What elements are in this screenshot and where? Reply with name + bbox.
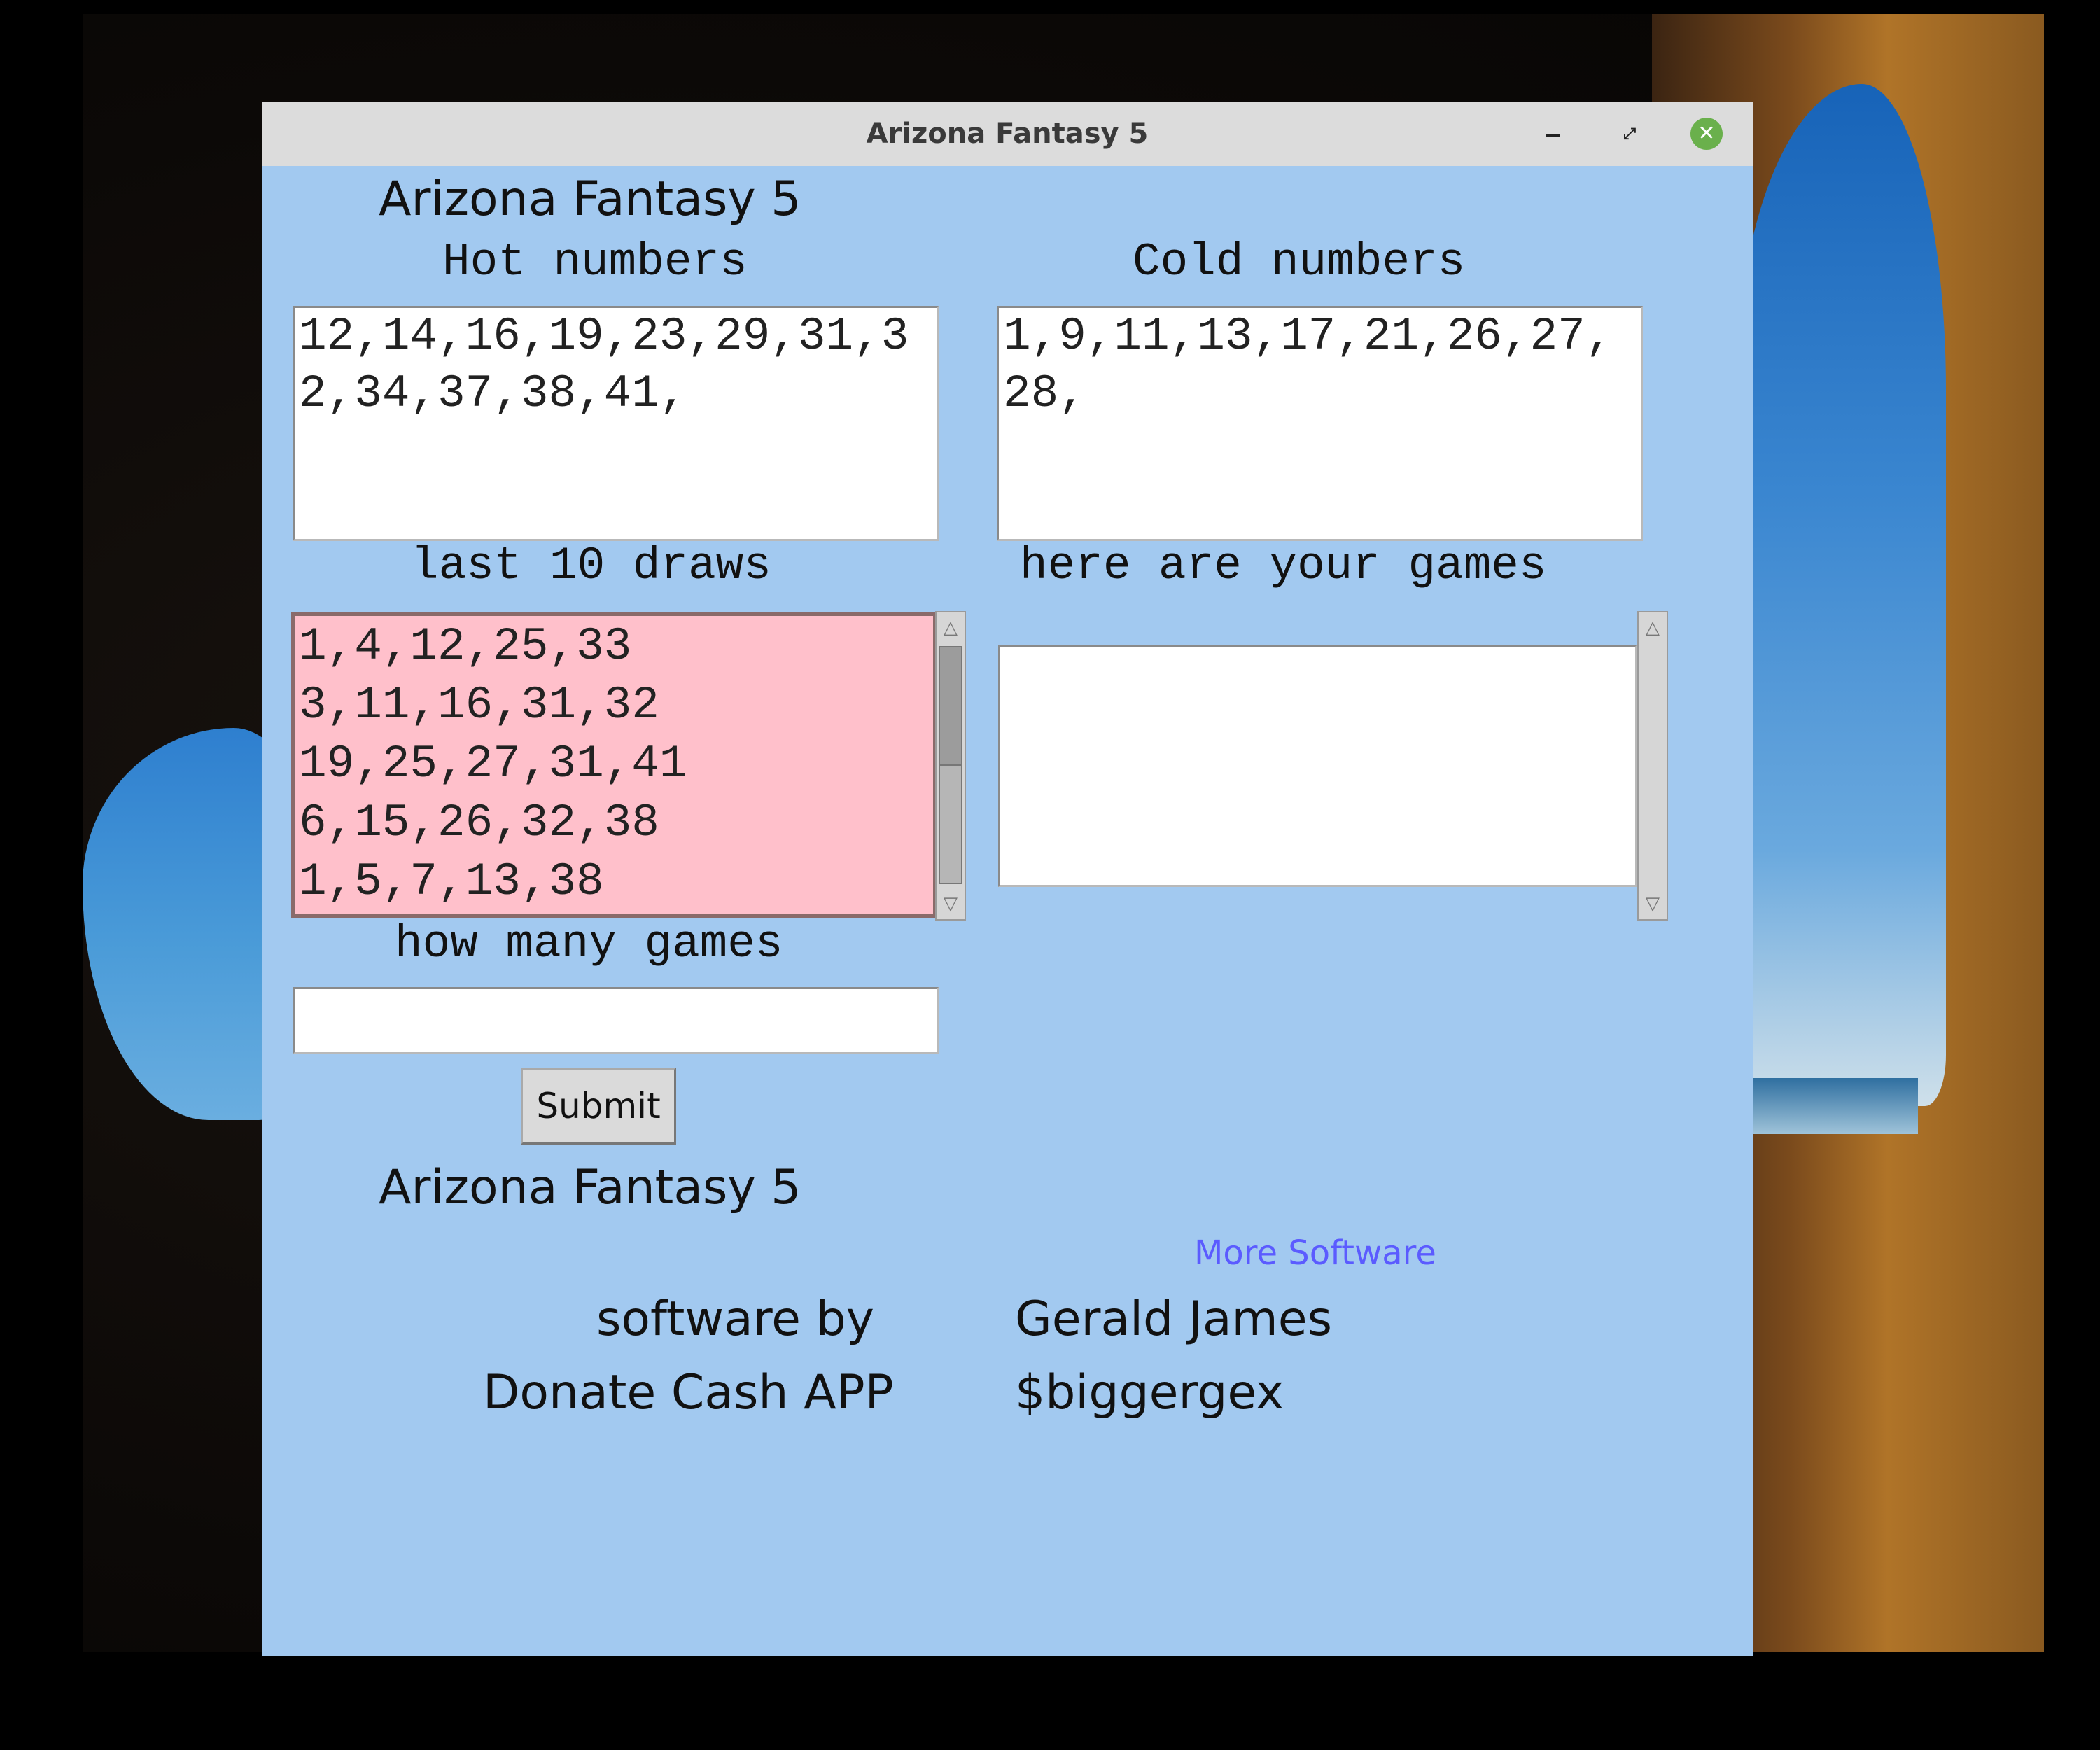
author-name: Gerald James: [1015, 1292, 1333, 1347]
app-heading-bottom: Arizona Fantasy 5: [379, 1160, 802, 1215]
how-many-games-label: how many games: [395, 918, 783, 970]
minimize-icon: [1546, 133, 1560, 137]
cashapp-handle: $biggergex: [1015, 1365, 1284, 1420]
submit-button[interactable]: Submit: [521, 1068, 676, 1144]
last-draws-label: last 10 draws: [411, 540, 771, 592]
your-games-textbox[interactable]: [998, 645, 1637, 887]
close-button[interactable]: ✕: [1690, 117, 1723, 150]
hot-numbers-label: Hot numbers: [442, 236, 748, 288]
wallpaper-cave-floor: [0, 1652, 2100, 1750]
wallpaper-sea: [1736, 1078, 1918, 1134]
your-games-scrollbar[interactable]: △ ▽: [1637, 611, 1668, 920]
title-bar[interactable]: Arizona Fantasy 5 ⤢ ✕: [262, 102, 1753, 166]
close-icon: ✕: [1690, 118, 1723, 150]
minimize-button[interactable]: [1536, 117, 1569, 150]
app-window: Arizona Fantasy 5 ⤢ ✕ Arizona Fantasy 5 …: [262, 102, 1753, 1656]
scroll-track[interactable]: [939, 765, 962, 884]
app-heading-top: Arizona Fantasy 5: [379, 172, 802, 227]
cold-numbers-textbox[interactable]: 1,9,11,13,17,21,26,27,28,: [997, 306, 1643, 541]
last-draws-scrollbar[interactable]: △ ▽: [935, 611, 966, 920]
window-title: Arizona Fantasy 5: [866, 118, 1149, 150]
scroll-up-arrow-icon[interactable]: △: [1642, 614, 1664, 642]
maximize-button[interactable]: ⤢: [1613, 117, 1646, 150]
cold-numbers-label: Cold numbers: [1133, 236, 1466, 288]
wallpaper-sky-right: [1736, 84, 1946, 1106]
scroll-thumb[interactable]: [939, 646, 962, 765]
software-by-label: software by: [596, 1292, 875, 1347]
scroll-down-arrow-icon[interactable]: ▽: [1642, 890, 1664, 918]
scroll-down-arrow-icon[interactable]: ▽: [939, 890, 962, 918]
how-many-games-input[interactable]: [293, 987, 939, 1054]
maximize-icon: ⤢: [1623, 125, 1636, 143]
scroll-up-arrow-icon[interactable]: △: [939, 614, 962, 642]
your-games-label: here are your games: [1020, 540, 1547, 592]
screen-border-left: [0, 0, 83, 1750]
screen-border-right: [2044, 0, 2100, 1750]
donate-label: Donate Cash APP: [483, 1365, 894, 1420]
last-draws-textbox[interactable]: 1,4,12,25,33 3,11,16,31,32 19,25,27,31,4…: [291, 612, 937, 918]
hot-numbers-textbox[interactable]: 12,14,16,19,23,29,31,32,34,37,38,41,: [293, 306, 939, 541]
screen-border-top: [0, 0, 2100, 14]
more-software-link[interactable]: More Software: [1194, 1233, 1436, 1273]
